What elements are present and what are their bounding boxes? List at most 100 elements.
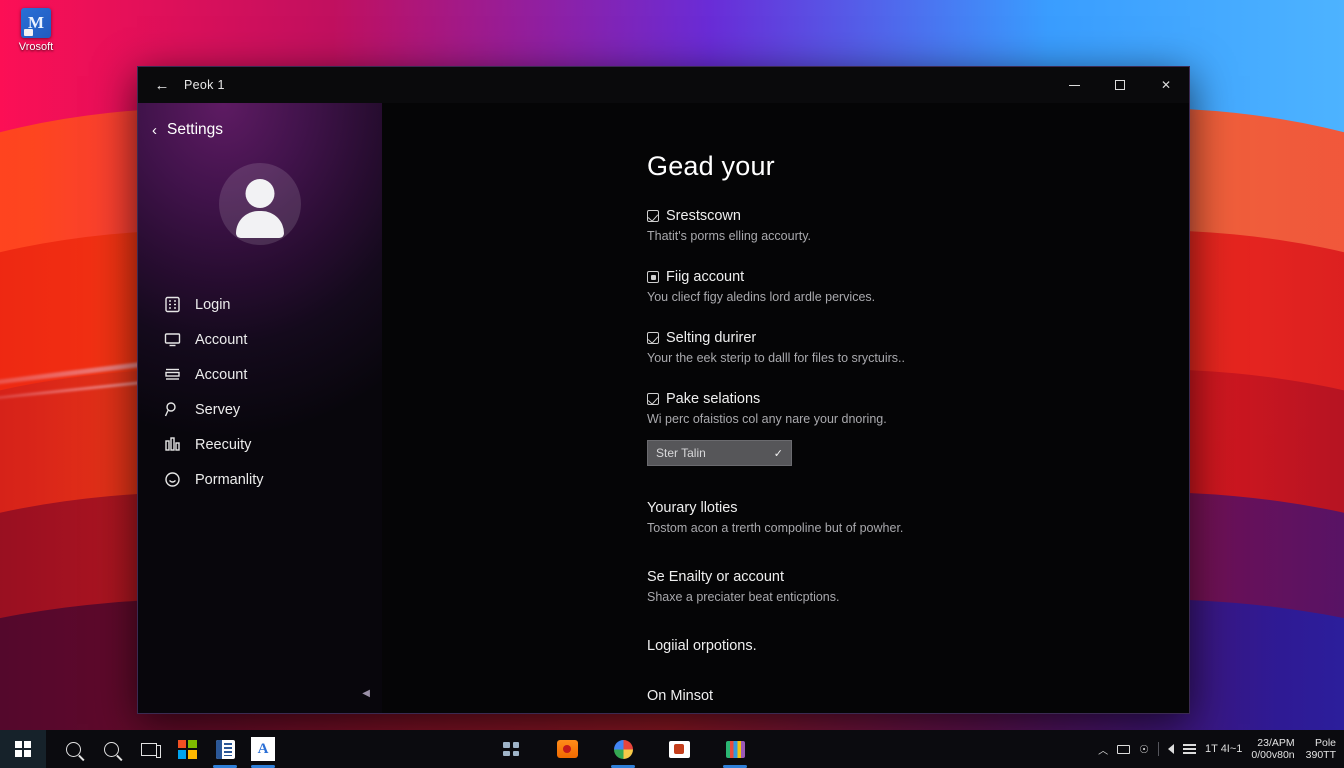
- avatar[interactable]: [219, 163, 301, 245]
- sidebar-item-label: Servey: [195, 401, 241, 418]
- list-icon: [164, 366, 181, 383]
- back-arrow-icon[interactable]: ←: [142, 69, 182, 101]
- sidebar-item-reecuity[interactable]: Reecuity: [138, 427, 382, 462]
- maximize-icon: [1115, 80, 1125, 90]
- section-title: Pake selations: [666, 391, 761, 407]
- word-button[interactable]: [206, 730, 244, 768]
- chrome-button[interactable]: [604, 730, 642, 768]
- section-description: You cliecf figy aledins lord ardle pervi…: [647, 290, 876, 304]
- sidebar-item-label: Account: [195, 331, 248, 348]
- window-title: Peok 1: [184, 78, 225, 92]
- camera-app-icon: [556, 740, 578, 758]
- tray-extra-text: Pole 390TT: [1304, 737, 1336, 761]
- window-body: ‹ Settings Login Account Account Servey …: [138, 103, 1189, 713]
- settings-section: Srestscown Thatit's porms elling accourt…: [647, 208, 1189, 243]
- check-square-icon: [647, 210, 659, 222]
- window-titlebar: ← Peok 1 ✕: [138, 67, 1189, 103]
- settings-section: Se Enailty or account Shaxe a preciater …: [647, 569, 1189, 604]
- camera-app-button[interactable]: [548, 730, 586, 768]
- section-description: Shaxe a preciater beat enticptions.: [647, 590, 840, 604]
- dot-square-icon: [647, 271, 659, 283]
- start-button[interactable]: [0, 730, 46, 768]
- network-status-text: 1T 4I~1: [1205, 743, 1243, 755]
- word-icon: [215, 739, 235, 759]
- avatar-head-icon: [245, 179, 275, 208]
- taskbar: A ︿ ☉ 1T 4I~1 23/APM 0/00v80n Pole 390TT: [0, 730, 1344, 768]
- tray-extra-line1: Pole: [1314, 736, 1336, 749]
- section-header[interactable]: Srestscown: [647, 208, 1189, 224]
- chart-icon: [164, 436, 181, 453]
- search-button-1[interactable]: [54, 730, 92, 768]
- section-header[interactable]: Pake selations: [647, 391, 1189, 407]
- maximize-button[interactable]: [1097, 67, 1143, 103]
- microsoft-store-button[interactable]: [168, 730, 206, 768]
- microsoft-store-icon: [177, 739, 197, 759]
- task-view-icon: [141, 742, 161, 758]
- show-hidden-icons-button[interactable]: ︿: [1098, 742, 1108, 757]
- minimize-button[interactable]: [1051, 67, 1097, 103]
- search-icon: [103, 741, 119, 757]
- windows-logo-icon: [15, 741, 31, 757]
- sidebar-title: Settings: [167, 121, 224, 138]
- chrome-icon: [613, 739, 633, 759]
- sidebar-item-label: Account: [195, 366, 248, 383]
- a-app-button[interactable]: A: [244, 730, 282, 768]
- clock-time: 23/APM: [1257, 736, 1295, 749]
- section-description: Your the eek sterip to dalll for files t…: [647, 351, 905, 365]
- colorful-app-button[interactable]: [716, 730, 754, 768]
- sidebar: ‹ Settings Login Account Account Servey …: [138, 103, 382, 713]
- sidebar-item-pormanlity[interactable]: Pormanlity: [138, 462, 382, 497]
- settings-section: Yourary lloties Tostom acon a trerth com…: [647, 500, 1189, 535]
- onedrive-icon[interactable]: ☉: [1139, 743, 1149, 756]
- check-icon: ✓: [773, 447, 783, 460]
- a-app-icon: A: [251, 737, 275, 761]
- section-note: Logiial orpotions.: [647, 638, 757, 654]
- sidebar-item-servey[interactable]: Servey: [138, 392, 382, 427]
- sidebar-item-account-2[interactable]: Account: [138, 357, 382, 392]
- sidebar-nav: Login Account Account Servey Reecuity Po…: [138, 287, 382, 497]
- sidebar-item-label: Login: [195, 296, 231, 313]
- sidebar-header[interactable]: ‹ Settings: [138, 103, 382, 139]
- section-description: Wi perc ofaistios col any nare your dnor…: [647, 412, 887, 426]
- desktop-shortcut[interactable]: Vrosoft: [4, 8, 68, 53]
- grid-app-icon: [503, 742, 519, 756]
- desktop-shortcut-label: Vrosoft: [18, 41, 54, 53]
- section-header[interactable]: Fiig account: [647, 269, 1189, 285]
- avatar-body-icon: [236, 211, 284, 238]
- check-square-icon: [647, 393, 659, 405]
- close-button[interactable]: ✕: [1143, 67, 1189, 103]
- window-controls: ✕: [1051, 67, 1189, 103]
- settings-section: Selting durirer Your the eek sterip to d…: [647, 330, 1189, 365]
- section-header[interactable]: Selting durirer: [647, 330, 1189, 346]
- volume-icon[interactable]: [1168, 744, 1174, 754]
- section-title: Fiig account: [666, 269, 745, 285]
- system-tray: ︿ ☉ 1T 4I~1 23/APM 0/00v80n Pole 390TT: [1098, 737, 1344, 761]
- search-button-2[interactable]: [92, 730, 130, 768]
- collapse-sidebar-button[interactable]: ◀: [362, 688, 370, 699]
- powerpoint-button[interactable]: [660, 730, 698, 768]
- battery-icon[interactable]: [1117, 744, 1131, 754]
- section-title: On Minsot: [647, 688, 714, 704]
- sidebar-item-login[interactable]: Login: [138, 287, 382, 322]
- microsoft-icon: [21, 8, 51, 38]
- network-icon[interactable]: [1183, 744, 1196, 754]
- sidebar-item-account-1[interactable]: Account: [138, 322, 382, 357]
- main-content: Gead your Srestscown Thatit's porms elli…: [382, 103, 1189, 713]
- section-title: Yourary lloties: [647, 500, 738, 516]
- sidebar-item-label: Reecuity: [195, 436, 252, 453]
- clock-date: 0/00v80n: [1251, 749, 1295, 761]
- minimize-icon: [1068, 84, 1080, 86]
- search-icon: [164, 401, 181, 418]
- tray-divider: [1158, 742, 1159, 756]
- tray-extra-line2: 390TT: [1305, 749, 1336, 761]
- powerpoint-icon: [668, 740, 690, 758]
- task-view-button[interactable]: [130, 730, 168, 768]
- monitor-icon: [164, 331, 181, 348]
- clock[interactable]: 23/APM 0/00v80n: [1251, 737, 1294, 761]
- settings-section: Logiial orpotions.: [647, 638, 1189, 654]
- search-icon: [65, 741, 81, 757]
- back-chevron-icon[interactable]: ‹: [152, 123, 157, 138]
- grid-app-button[interactable]: [492, 730, 530, 768]
- ster-talin-dropdown[interactable]: Ster Talin ✓: [647, 440, 792, 466]
- sidebar-item-label: Pormanlity: [195, 471, 264, 488]
